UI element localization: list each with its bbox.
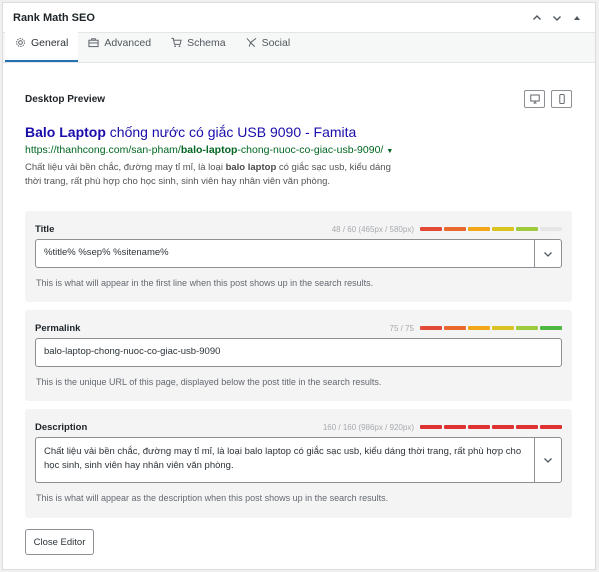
meter-segment (468, 425, 490, 429)
meter-segment (540, 425, 562, 429)
description-field-box: Description 160 / 160 (986px / 920px) Ch… (25, 409, 572, 518)
variables-dropdown-button[interactable] (534, 240, 561, 267)
preview-header: Desktop Preview (25, 77, 572, 121)
mobile-icon (558, 94, 565, 104)
general-tab-content: Desktop Preview Balo Laptop chống nước c… (3, 77, 595, 555)
meter-segment (540, 227, 562, 231)
permalink-length-meter (420, 326, 562, 330)
triangle-up-icon (574, 15, 580, 20)
meter-segment (468, 227, 490, 231)
permalink-input-wrap: balo-laptop-chong-nuoc-co-giac-usb-9090 (35, 338, 562, 367)
tab-schema-label: Schema (187, 36, 226, 49)
panel-header: Rank Math SEO (3, 3, 595, 33)
permalink-field-box: Permalink 75 / 75 balo-laptop-chong-nuoc… (25, 310, 572, 401)
tab-advanced-label: Advanced (104, 36, 152, 49)
description-field-head: Description 160 / 160 (986px / 920px) (35, 420, 562, 434)
serp-description: Chất liệu vải bền chắc, đường may tỉ mỉ,… (25, 161, 405, 189)
title-label: Title (35, 223, 55, 235)
tab-general-label: General (31, 36, 69, 49)
meter-segment (516, 326, 538, 330)
close-editor-button[interactable]: Close Editor (25, 529, 94, 555)
title-length-counter: 48 / 60 (465px / 580px) (331, 224, 414, 234)
serp-preview: Balo Laptop chống nước có giắc USB 9090 … (25, 124, 572, 189)
variables-dropdown-button[interactable] (534, 438, 561, 482)
meter-segment (444, 227, 466, 231)
serp-title-keyword: Balo Laptop (25, 124, 106, 140)
caret-down-icon: ▼ (386, 148, 394, 155)
rank-math-panel: Rank Math SEO General Advanced Schema So… (2, 2, 596, 570)
permalink-length-counter: 75 / 75 (389, 323, 414, 333)
tab-schema[interactable]: Schema (161, 32, 236, 62)
title-hint: This is what will appear in the first li… (36, 278, 374, 288)
serp-desc-keyword: balo laptop (225, 162, 277, 173)
move-down-button[interactable] (549, 10, 565, 26)
desktop-preview-button[interactable] (524, 90, 545, 108)
title-input-wrap: %title% %sep% %sitename% (35, 239, 562, 268)
meter-segment (492, 425, 514, 429)
social-icon (246, 38, 256, 47)
serp-url-keyword: balo-laptop (180, 144, 238, 156)
meter-segment (516, 227, 538, 231)
description-textarea[interactable]: Chất liệu vải bền chắc, đường may tỉ mỉ,… (36, 438, 534, 482)
meter-segment (492, 326, 514, 330)
title-length-meter (420, 227, 562, 231)
description-label: Description (35, 421, 88, 433)
chevron-down-icon (544, 251, 552, 257)
mobile-preview-button[interactable] (551, 90, 572, 108)
meter-segment (516, 425, 538, 429)
tab-social[interactable]: Social (236, 32, 301, 62)
tab-social-label: Social (261, 36, 291, 49)
title-input[interactable]: %title% %sep% %sitename% (36, 240, 534, 267)
meter-segment (420, 425, 442, 429)
toolbox-icon (88, 38, 99, 48)
meter-segment (468, 326, 490, 330)
serp-title[interactable]: Balo Laptop chống nước có giắc USB 9090 … (25, 124, 572, 141)
panel-title: Rank Math SEO (13, 11, 95, 24)
serp-url: https://thanhcong.com/san-pham/balo-lapt… (25, 143, 572, 159)
meter-segment (420, 326, 442, 330)
desktop-icon (529, 94, 540, 104)
chevron-down-icon (553, 15, 561, 21)
tab-bar: General Advanced Schema Social (3, 32, 595, 63)
meter-segment (492, 227, 514, 231)
serp-url-rest: -chong-nuoc-co-giac-usb-9090/ (237, 144, 384, 156)
description-hint: This is what will appear as the descript… (36, 493, 389, 503)
meter-segment (420, 227, 442, 231)
description-length-counter: 160 / 160 (986px / 920px) (322, 422, 414, 432)
chevron-up-icon (533, 14, 541, 20)
toggle-panel-button[interactable] (569, 10, 585, 26)
cart-icon (171, 37, 182, 47)
serp-desc-start: Chất liệu vải bền chắc, đường may tỉ mỉ,… (25, 162, 226, 173)
preview-heading: Desktop Preview (25, 93, 106, 105)
meter-segment (540, 326, 562, 330)
gear-icon (16, 38, 25, 47)
serp-title-rest: chống nước có giắc USB 9090 - Famita (105, 124, 357, 140)
title-field-box: Title 48 / 60 (465px / 580px) %title% %s… (25, 211, 572, 302)
meter-segment (444, 425, 466, 429)
tab-advanced[interactable]: Advanced (78, 32, 161, 62)
permalink-hint: This is the unique URL of this page, dis… (36, 377, 382, 387)
move-up-button[interactable] (529, 10, 545, 26)
title-field-head: Title 48 / 60 (465px / 580px) (35, 222, 562, 236)
permalink-field-head: Permalink 75 / 75 (35, 321, 562, 335)
chevron-down-icon (544, 458, 552, 463)
serp-url-base: https://thanhcong.com/san-pham/ (25, 144, 181, 156)
permalink-input[interactable]: balo-laptop-chong-nuoc-co-giac-usb-9090 (36, 339, 561, 366)
description-length-meter (420, 425, 562, 429)
tab-general[interactable]: General (5, 32, 79, 62)
description-input-wrap: Chất liệu vải bền chắc, đường may tỉ mỉ,… (35, 437, 562, 483)
permalink-label: Permalink (35, 322, 81, 334)
meter-segment (444, 326, 466, 330)
